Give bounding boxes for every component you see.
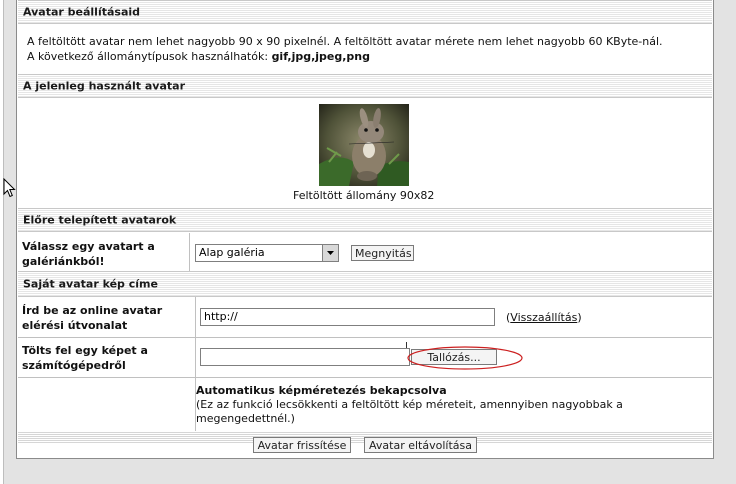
avatar-settings-panel: Avatar beállításaid A feltöltött avatar … <box>16 0 714 459</box>
open-gallery-button[interactable]: Megnyitás <box>351 245 414 261</box>
reset-link-wrapper: (Visszaállítás) <box>506 311 582 324</box>
size-limit-text: A feltöltött avatar nem lehet nagyobb 90… <box>27 35 663 48</box>
auto-resize-title: Automatikus képméretezés bekapcsolva <box>196 384 447 397</box>
upload-label-line2: számítógépedről <box>22 359 126 372</box>
section-header-settings: Avatar beállításaid <box>18 0 712 24</box>
avatar-url-input[interactable]: http:// <box>200 308 495 326</box>
window-left-edge <box>0 0 4 484</box>
upload-label-line1: Tölts fel egy képet a <box>22 344 148 357</box>
gallery-label-line2: galériánkból! <box>22 255 105 268</box>
section-title: Avatar beállításaid <box>23 5 141 19</box>
file-path-input[interactable] <box>200 348 410 366</box>
section-header-gallery: Előre telepített avatarok <box>18 208 712 232</box>
current-avatar-image <box>319 104 409 186</box>
dropdown-arrow-icon[interactable] <box>322 245 338 261</box>
auto-resize-desc-line1: (Ez az funkció lecsökkenti a feltöltött … <box>196 398 623 411</box>
section-header-current-avatar: A jelenleg használt avatar <box>18 74 712 98</box>
url-label-line1: Írd be az online avatar <box>22 304 163 317</box>
gallery-select[interactable]: Alap galéria <box>195 244 339 262</box>
section-header-own-avatar: Saját avatar kép címe <box>18 271 712 297</box>
remove-avatar-button[interactable]: Avatar eltávolítása <box>364 437 477 453</box>
annotation-ellipse <box>407 346 523 370</box>
gallery-label-line1: Válassz egy avatart a <box>22 240 155 253</box>
row-divider <box>18 377 712 378</box>
allowed-types-text: A következő állománytípusok használhatók… <box>27 50 371 63</box>
url-label-line2: elérési útvonalat <box>22 319 128 332</box>
update-avatar-button[interactable]: Avatar frissítése <box>253 437 351 453</box>
row-divider <box>18 337 712 338</box>
column-divider <box>189 233 190 271</box>
mouse-pointer-icon <box>3 178 16 198</box>
avatar-caption: Feltöltött állomány 90x82 <box>293 189 435 202</box>
auto-resize-desc-line2: megengedettnél.) <box>196 412 295 425</box>
reset-link[interactable]: Visszaállítás <box>510 311 577 324</box>
file-types: gif,jpg,jpeg,png <box>271 50 371 63</box>
